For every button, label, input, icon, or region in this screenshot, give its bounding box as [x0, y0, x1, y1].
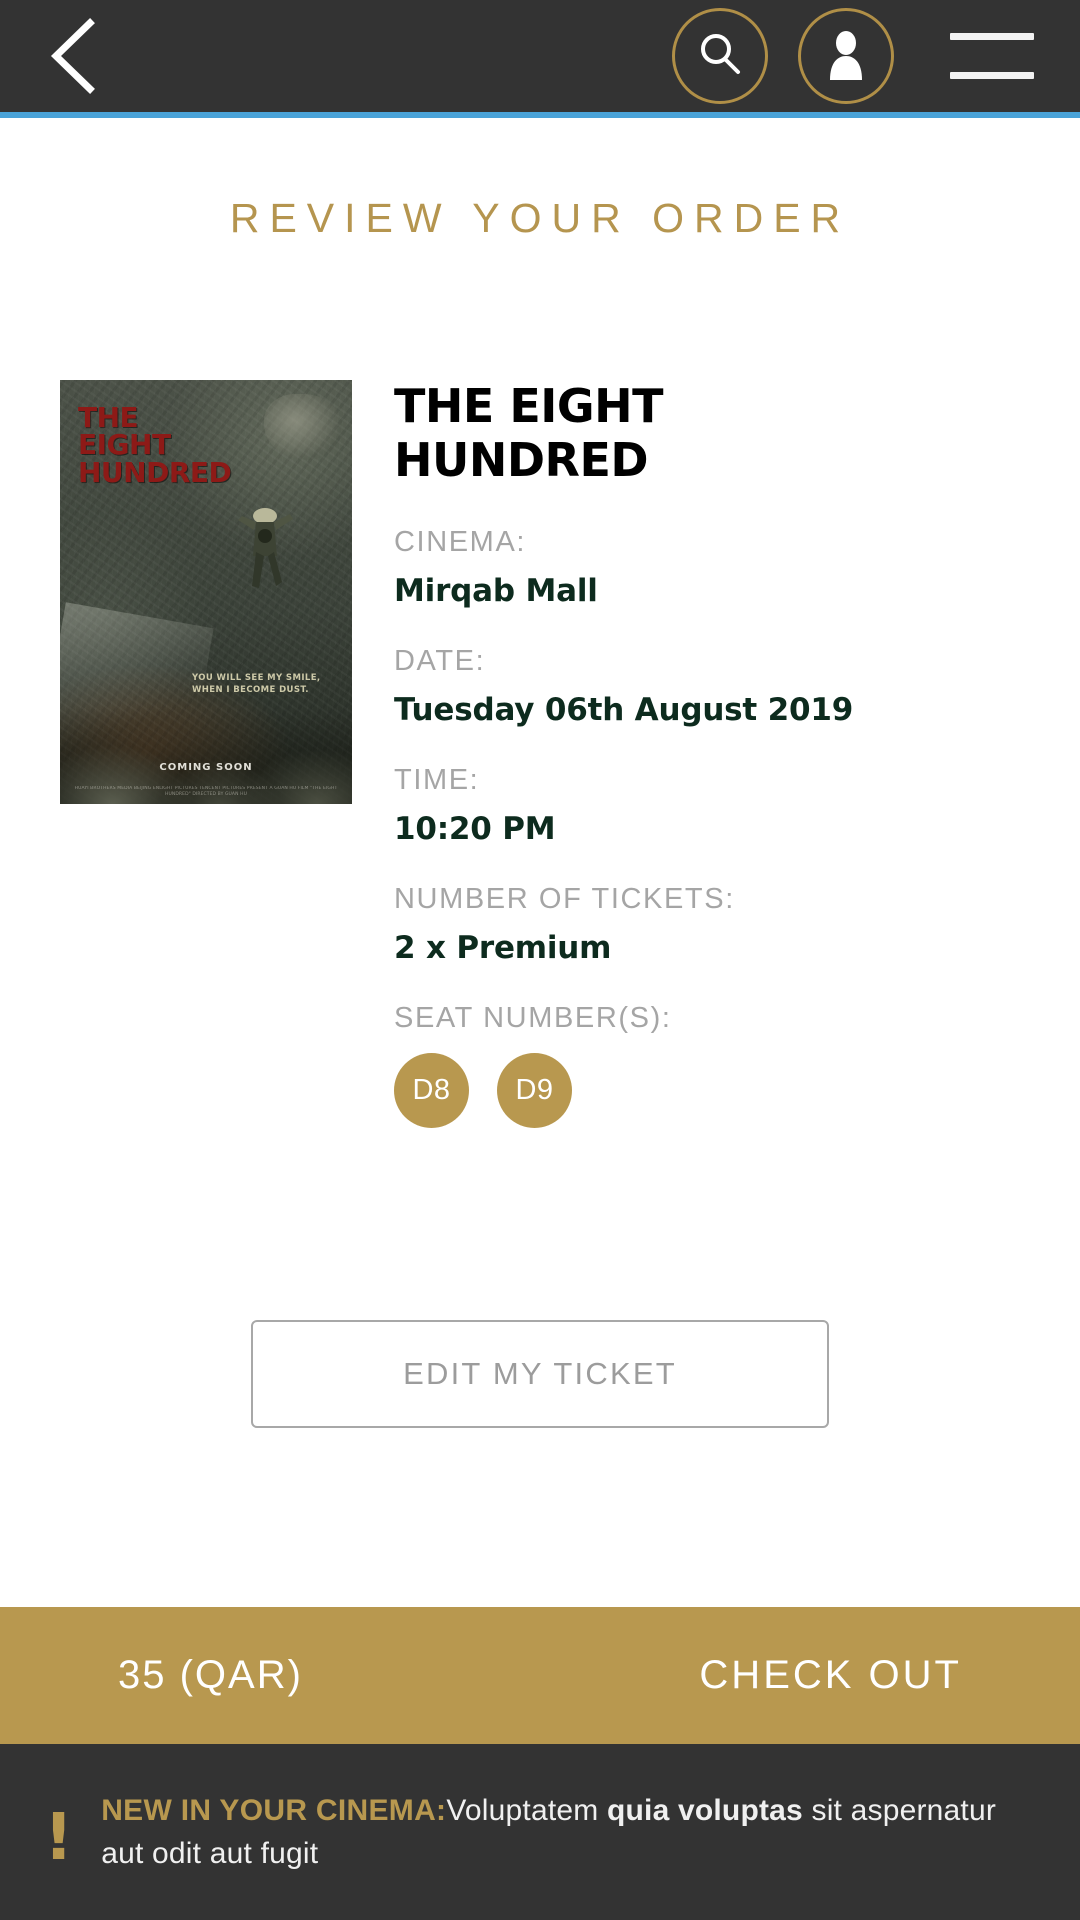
- seat-badge[interactable]: D8: [394, 1052, 469, 1128]
- app-header: [0, 0, 1080, 118]
- field-date: DATE: Tuesday 06th August 2019: [394, 645, 1020, 728]
- field-cinema: CINEMA: Mirqab Mall: [394, 526, 1020, 609]
- cinema-value: Mirqab Mall: [394, 572, 598, 609]
- menu-button[interactable]: [950, 33, 1034, 79]
- exclamation-icon: !: [44, 1801, 74, 1875]
- page-title: REVIEW YOUR ORDER: [229, 195, 851, 241]
- poster-tagline: YOU WILL SEE MY SMILE, WHEN I BECOME DUS…: [192, 672, 321, 697]
- check-out-button[interactable]: CHECK OUT: [699, 1653, 962, 1698]
- back-button[interactable]: [46, 17, 106, 95]
- notice-body-start: Voluptatem: [446, 1793, 607, 1827]
- profile-button[interactable]: [798, 8, 894, 104]
- hamburger-menu-icon-bar-bottom: [950, 72, 1034, 79]
- poster-coming-soon: COMING SOON: [159, 762, 253, 773]
- search-icon: [694, 28, 746, 85]
- checkout-bar[interactable]: 35 (QAR) CHECK OUT: [0, 1607, 1080, 1744]
- order-details: THE EIGHT HUNDRED CINEMA: Mirqab Mall DA…: [352, 379, 1020, 1128]
- movie-title: THE EIGHT HUNDRED: [394, 379, 663, 487]
- date-label: DATE:: [394, 644, 486, 677]
- total-price: 35 (QAR): [118, 1653, 303, 1697]
- edit-my-ticket-button[interactable]: EDIT MY TICKET: [251, 1320, 829, 1428]
- poster-title-line-2: EIGHT: [78, 428, 171, 462]
- time-label: TIME:: [394, 763, 480, 796]
- notice-heading: NEW IN YOUR CINEMA:: [101, 1793, 447, 1827]
- field-seats: SEAT NUMBER(S): D8 D9: [394, 1002, 1020, 1128]
- cinema-label: CINEMA:: [394, 525, 527, 558]
- edit-ticket-area: EDIT MY TICKET: [0, 1320, 1080, 1428]
- time-value: 10:20 PM: [394, 810, 556, 847]
- header-actions: [672, 8, 1034, 104]
- field-ticket-count: NUMBER OF TICKETS: 2 x Premium: [394, 883, 1020, 966]
- seats-label: SEAT NUMBER(S):: [394, 1001, 672, 1034]
- date-value: Tuesday 06th August 2019: [394, 691, 854, 728]
- chevron-left-icon: [46, 17, 106, 95]
- movie-poster[interactable]: THE EIGHT HUNDRED YOU WILL SEE MY SMILE,…: [60, 380, 352, 804]
- notice-bar: ! NEW IN YOUR CINEMA:Voluptatem quia vol…: [0, 1744, 1080, 1920]
- search-button[interactable]: [672, 8, 768, 104]
- notice-body-strong: quia voluptas: [606, 1793, 803, 1827]
- poster-tagline-line-2: WHEN I BECOME DUST.: [192, 685, 309, 696]
- poster-credits: HUAYI BROTHERS MEDIA BEIJING ENLIGHT PIC…: [74, 785, 338, 798]
- order-summary: THE EIGHT HUNDRED YOU WILL SEE MY SMILE,…: [0, 379, 1080, 1128]
- field-time: TIME: 10:20 PM: [394, 764, 1020, 847]
- ticket-count-label: NUMBER OF TICKETS:: [394, 882, 735, 915]
- poster-tagline-line-1: YOU WILL SEE MY SMILE,: [192, 673, 321, 683]
- user-icon: [822, 28, 870, 85]
- seat-badges: D8 D9: [394, 1052, 1020, 1128]
- poster-title-line-3: HUNDRED: [78, 455, 232, 489]
- poster-title: THE EIGHT HUNDRED: [78, 401, 232, 489]
- notice-text: NEW IN YOUR CINEMA:Voluptatem quia volup…: [101, 1789, 1036, 1876]
- ticket-count-value: 2 x Premium: [394, 929, 612, 966]
- hamburger-menu-icon-bar-top: [950, 33, 1034, 40]
- poster-title-line-1: THE: [78, 401, 139, 434]
- poster-falling-soldier: [232, 504, 298, 596]
- seat-badge[interactable]: D9: [497, 1052, 572, 1128]
